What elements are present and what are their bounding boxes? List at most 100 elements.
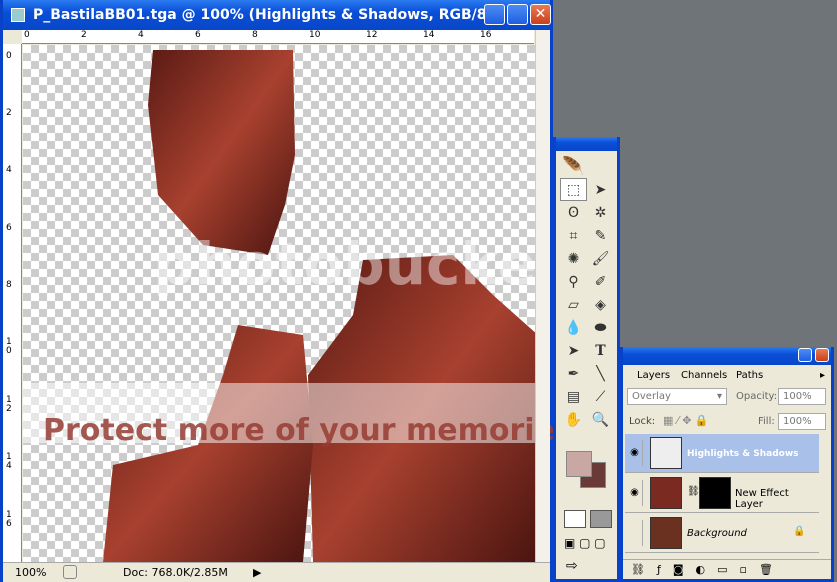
vertical-ruler[interactable]: 0 2 4 6 8 10 12 14 16 [3, 44, 22, 562]
layer-mask-thumbnail[interactable] [699, 477, 731, 509]
document-window: P_BastilaBB01.tga @ 100% (Highlights & S… [0, 0, 722, 582]
panel-minimize-button[interactable] [798, 348, 812, 362]
toolbox: 🪶 ⬚ ➤ ʘ ✲ ⌗ ✎ ✺ 🖌 ⚲ ✐ ▱ ◈ 💧 ⬬ ➤ T ✒ ╲ ▤ … [553, 137, 620, 582]
feather-logo-icon[interactable]: 🪶 [562, 156, 584, 177]
notes-tool-icon[interactable]: ▤ [560, 385, 587, 408]
ruler-tick: 0 [24, 30, 30, 40]
adjustment-layer-icon[interactable]: ◐ [696, 563, 706, 576]
magic-wand-tool-icon[interactable]: ✲ [587, 201, 614, 224]
status-bar: 100% Doc: 768.0K/2.85M ▶ [3, 562, 550, 582]
lock-icons[interactable]: ▦ ⁄ ✥ 🔒 [663, 414, 709, 427]
layers-bottom-toolbar: ⛓ ƒ ◙ ◐ ▭ ▫ 🗑 [623, 559, 831, 579]
maximize-button[interactable] [507, 4, 528, 25]
ruler-tick: 4 [6, 165, 12, 175]
ruler-tick: 6 [195, 30, 201, 40]
pen-tool-icon[interactable]: ✒ [560, 362, 587, 385]
ruler-tick: 16 [480, 30, 492, 40]
link-icon: ⛓ [687, 486, 700, 497]
ruler-tick: 14 [423, 30, 435, 40]
fabric-piece [148, 50, 295, 255]
jump-to-imageready-icon[interactable]: ⇨ [566, 558, 578, 574]
type-tool-icon[interactable]: T [587, 339, 614, 362]
move-tool-icon[interactable]: ➤ [587, 178, 614, 201]
blend-mode-select[interactable]: Overlay ▾ [627, 388, 727, 405]
fill-field[interactable]: 100% [778, 413, 826, 430]
quick-mask-mode-icon[interactable] [590, 510, 612, 528]
zoom-level[interactable]: 100% [15, 566, 46, 579]
fill-label: Fill: [758, 416, 775, 427]
image-canvas[interactable]: photobucket [23, 45, 535, 562]
visibility-toggle-empty[interactable] [627, 520, 643, 546]
ruler-tick: 10 [309, 30, 321, 40]
document-icon [11, 8, 25, 22]
ruler-tick: 14 [6, 452, 12, 471]
document-title-bar[interactable]: P_BastilaBB01.tga @ 100% (Highlights & S… [3, 0, 551, 30]
opacity-field[interactable]: 100% [778, 388, 826, 405]
marquee-tool-icon[interactable]: ⬚ [560, 178, 587, 201]
layer-row[interactable]: ◉ Highlights & Shadows [625, 434, 819, 473]
eyedropper-tool-icon[interactable]: ⟋ [587, 385, 614, 408]
tab-layers[interactable]: Layers [637, 370, 670, 381]
opacity-label: Opacity: [736, 391, 778, 402]
visibility-eye-icon[interactable]: ◉ [627, 440, 643, 466]
healing-tool-icon[interactable]: ✺ [560, 247, 587, 270]
toolbox-title-bar[interactable] [556, 137, 617, 151]
ruler-tick: 0 [6, 51, 12, 61]
panel-tabs: Layers Channels Paths ▸ [627, 368, 827, 384]
standard-mode-icon[interactable] [564, 510, 586, 528]
layer-style-icon[interactable]: ƒ [657, 563, 661, 576]
ruler-tick: 10 [6, 337, 12, 356]
eraser-tool-icon[interactable]: ▱ [560, 293, 587, 316]
ruler-tick: 8 [6, 280, 12, 290]
brush-tool-icon[interactable]: 🖌 [587, 247, 614, 270]
zoom-tool-icon[interactable]: 🔍 [587, 408, 614, 431]
ruler-tick: 8 [252, 30, 258, 40]
paint-bucket-tool-icon[interactable]: ◈ [587, 293, 614, 316]
ruler-tick: 12 [366, 30, 378, 40]
dodge-tool-icon[interactable]: ⬬ [587, 316, 614, 339]
path-select-tool-icon[interactable]: ➤ [560, 339, 587, 362]
link-layers-icon[interactable]: ⛓ [631, 563, 645, 576]
doc-size: Doc: 768.0K/2.85M [123, 566, 228, 579]
panel-menu-icon[interactable]: ▸ [820, 370, 825, 381]
layers-panel-title-bar[interactable] [623, 347, 831, 365]
ruler-tick: 16 [6, 510, 12, 529]
minimize-button[interactable] [484, 4, 505, 25]
panel-close-button[interactable] [815, 348, 829, 362]
history-brush-tool-icon[interactable]: ✐ [587, 270, 614, 293]
blur-tool-icon[interactable]: 💧 [560, 316, 587, 339]
layer-thumbnail [650, 477, 682, 509]
slice-tool-icon[interactable]: ✎ [587, 224, 614, 247]
close-button[interactable]: ✕ [530, 4, 551, 25]
layer-row[interactable]: ◉ ⛓ New Effect Layer [625, 474, 819, 513]
trash-icon[interactable]: 🗑 [759, 563, 773, 576]
chevron-down-icon: ▾ [716, 391, 722, 402]
new-layer-icon[interactable]: ▫ [740, 563, 747, 576]
vertical-scrollbar[interactable] [535, 30, 550, 562]
lasso-tool-icon[interactable]: ʘ [560, 201, 587, 224]
layer-row[interactable]: Background 🔒 [625, 514, 819, 553]
tab-channels[interactable]: Channels [681, 370, 727, 381]
lock-label: Lock: [629, 416, 656, 427]
layer-thumbnail [650, 517, 682, 549]
visibility-eye-icon[interactable]: ◉ [627, 480, 643, 506]
document-title: P_BastilaBB01.tga @ 100% (Highlights & S… [33, 7, 493, 23]
line-tool-icon[interactable]: ╲ [587, 362, 614, 385]
ruler-tick: 2 [6, 108, 12, 118]
ruler-tick: 6 [6, 223, 12, 233]
screen-mode-icons[interactable]: ▣ ▢ ▢ [564, 536, 606, 550]
new-group-icon[interactable]: ▭ [717, 563, 727, 576]
status-arrow-icon[interactable]: ▶ [253, 566, 261, 579]
hand-tool-icon[interactable]: ✋ [560, 408, 587, 431]
foreground-color-swatch[interactable] [566, 451, 592, 477]
tab-paths[interactable]: Paths [736, 370, 763, 381]
fabric-piece [103, 325, 313, 562]
status-menu-icon[interactable] [63, 565, 77, 579]
horizontal-ruler[interactable]: 0 2 4 6 8 10 12 14 16 [22, 30, 534, 44]
add-mask-icon[interactable]: ◙ [673, 563, 684, 576]
layer-thumbnail [650, 437, 682, 469]
lock-icon: 🔒 [793, 526, 806, 537]
stamp-tool-icon[interactable]: ⚲ [560, 270, 587, 293]
crop-tool-icon[interactable]: ⌗ [560, 224, 587, 247]
layer-name: Background [687, 528, 747, 539]
